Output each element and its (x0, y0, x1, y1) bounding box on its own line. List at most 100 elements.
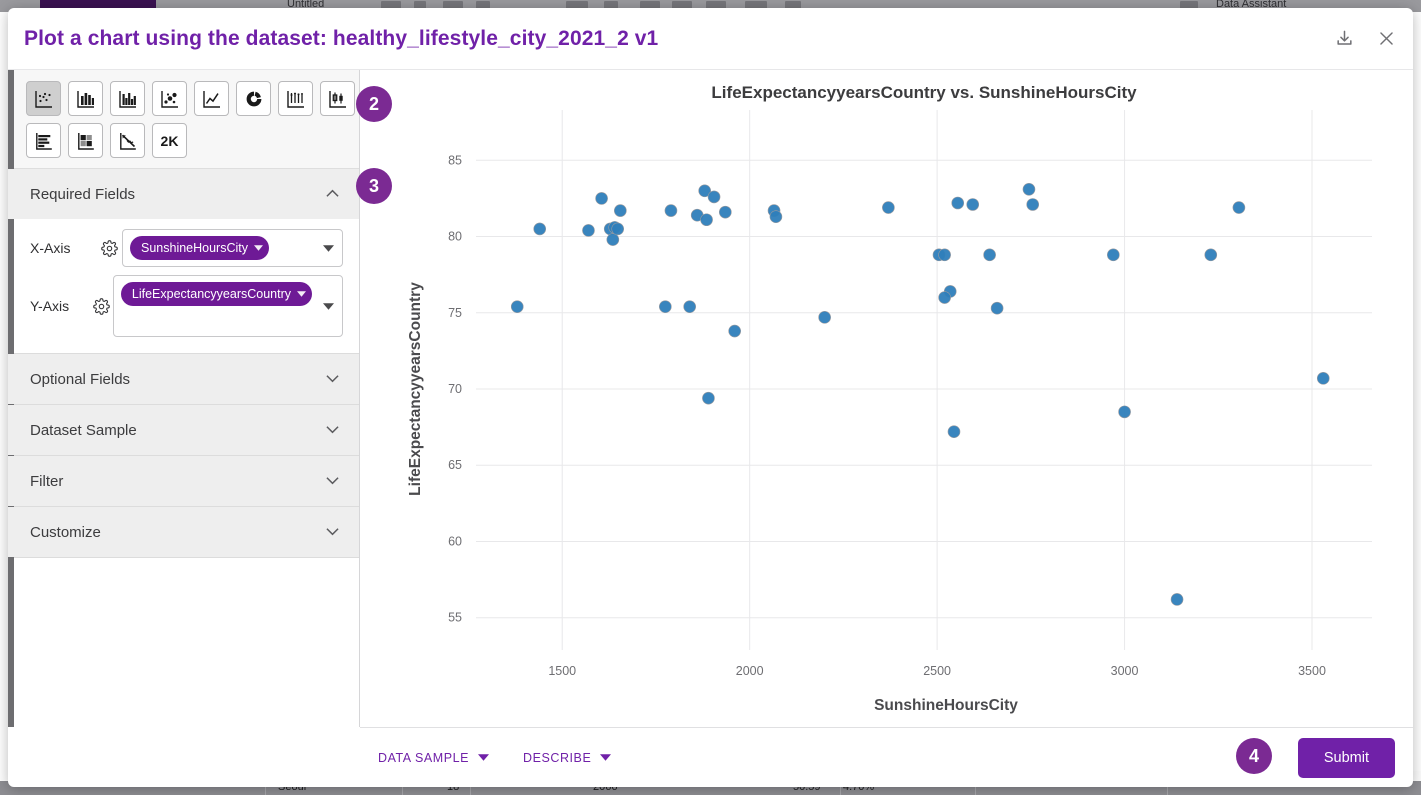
scatter-point (700, 213, 713, 227)
scatter-point (606, 233, 620, 246)
x-axis-chip-label: SunshineHoursCity (141, 241, 248, 255)
y-axis-chip-label: LifeExpectancyyearsCountry (131, 287, 291, 301)
section-label-optional-fields: Optional Fields (30, 370, 131, 388)
scatter-point (595, 192, 608, 205)
section-customize: Customize (8, 507, 359, 558)
y-axis-chip[interactable]: LifeExpectancyyearsCountry (120, 282, 312, 306)
section-header-optional-fields[interactable]: Optional Fields (8, 354, 359, 404)
close-icon[interactable] (1373, 26, 1399, 52)
chart-type-bubble-chart[interactable] (152, 81, 187, 116)
section-label-dataset-sample: Dataset Sample (30, 421, 137, 439)
y-axis-tick-label: 85 (448, 153, 462, 167)
y-axis-tick-label: 80 (448, 230, 462, 244)
x-axis-label: SunshineHoursCity (874, 697, 1018, 714)
scatter-point (614, 204, 627, 217)
chevron-down-icon[interactable] (297, 291, 306, 297)
describe-menu[interactable]: DESCRIBE (523, 751, 612, 765)
section-header-filter[interactable]: Filter (8, 456, 359, 506)
section-body-required-fields: X-Axis SunshineHoursCity Y-Axis LifeExpe… (8, 219, 359, 353)
dialog-header-actions (1331, 26, 1399, 52)
scatter-point (728, 324, 741, 338)
field-x-axis: X-Axis SunshineHoursCity (30, 229, 343, 267)
section-header-customize[interactable]: Customize (8, 507, 359, 557)
scatter-point (1026, 198, 1040, 211)
chevron-down-icon (326, 421, 339, 439)
chevron-down-icon[interactable] (254, 245, 263, 251)
scatter-point (702, 391, 715, 405)
scatter-point (659, 300, 672, 313)
chevron-down-icon[interactable] (323, 239, 334, 257)
scatter-point (966, 198, 980, 211)
section-header-dataset-sample[interactable]: Dataset Sample (8, 405, 359, 455)
x-axis-select[interactable]: SunshineHoursCity (122, 229, 343, 267)
chart-type-scatter-plot[interactable] (26, 81, 61, 116)
chart-type-decline-chart[interactable] (110, 123, 145, 158)
scatter-point (683, 300, 696, 313)
scatter-point (951, 196, 965, 210)
chart-type-bar-chart[interactable] (68, 81, 103, 116)
chart-type-box-plot[interactable] (320, 81, 355, 116)
data-sample-menu[interactable]: DATA SAMPLE (378, 751, 490, 765)
scatter-point (510, 300, 524, 313)
footer-actions: Submit (1297, 737, 1395, 778)
chart-type-big-number[interactable]: 2K (152, 123, 187, 158)
scatter-point (947, 425, 961, 438)
section-label-filter: Filter (30, 472, 64, 490)
chevron-down-icon[interactable] (600, 754, 612, 761)
y-axis-label: LifeExpectancyyearsCountry (407, 282, 424, 496)
step-badge-2: 2 (356, 86, 392, 122)
x-axis-tick-label: 2500 (923, 664, 951, 678)
x-axis-tick-label: 3000 (1111, 664, 1139, 678)
scatter-point (1316, 372, 1330, 385)
chart-type-picker: 2K (8, 70, 359, 169)
gear-icon[interactable] (96, 239, 122, 257)
y-axis-tick-label: 70 (448, 382, 462, 396)
download-icon[interactable] (1331, 26, 1357, 52)
chart-type-distribution-plot[interactable] (278, 81, 313, 116)
plot-chart-dialog: Plot a chart using the dataset: healthy_… (8, 8, 1413, 787)
scatter-point (533, 222, 547, 236)
section-label-customize: Customize (30, 523, 101, 541)
chevron-down-icon[interactable] (323, 297, 334, 315)
x-axis-chip[interactable]: SunshineHoursCity (130, 236, 269, 260)
section-header-required-fields[interactable]: Required Fields (8, 169, 359, 219)
chart-type-histogram[interactable] (110, 81, 145, 116)
chart-type-row-1 (26, 81, 359, 116)
scatter-point (1107, 248, 1120, 262)
section-required-fields: Required Fields X-Axis SunshineHoursCity… (8, 169, 359, 354)
x-axis-tick-label: 3500 (1298, 664, 1326, 678)
scatter-point (938, 248, 951, 262)
chart-type-treemap-chart[interactable] (68, 123, 103, 158)
scatter-point (1232, 201, 1246, 214)
dialog-header: Plot a chart using the dataset: healthy_… (8, 8, 1413, 70)
section-filter: Filter (8, 456, 359, 507)
scatter-point (707, 190, 721, 204)
gear-icon[interactable] (89, 297, 112, 315)
scatter-point (769, 210, 783, 224)
field-y-axis: Y-Axis LifeExpectancyyearsCountry (30, 275, 343, 337)
chart-type-line-chart[interactable] (194, 81, 229, 116)
y-axis-tick-label: 60 (448, 534, 462, 548)
field-label-x-axis: X-Axis (30, 240, 71, 256)
chevron-down-icon (326, 523, 339, 541)
step-badge-4: 4 (1236, 738, 1272, 774)
page-title: Plot a chart using the dataset: healthy_… (24, 26, 659, 50)
y-axis-tick-label: 75 (448, 306, 462, 320)
chevron-down-icon (326, 370, 339, 388)
chart-preview: LifeExpectancyyearsCountry vs. SunshineH… (360, 70, 1413, 727)
chart-type-donut-chart[interactable] (236, 81, 271, 116)
scatter-point (1118, 405, 1131, 419)
dialog-body: 2K Required Fields X-Axis SunshineHoursC… (8, 70, 1413, 727)
chevron-down-icon[interactable] (478, 754, 490, 761)
submit-button[interactable]: Submit (1297, 737, 1395, 778)
y-axis-select[interactable]: LifeExpectancyyearsCountry (112, 275, 343, 337)
scatter-point (1022, 182, 1036, 196)
scatter-point (1170, 593, 1184, 606)
section-dataset-sample: Dataset Sample (8, 405, 359, 456)
scatter-plot-svg: LifeExpectancyyearsCountry vs. SunshineH… (407, 83, 1372, 714)
scatter-point (990, 301, 1004, 315)
chart-type-horizontal-bar-chart[interactable] (26, 123, 61, 158)
scatter-point (1204, 248, 1218, 262)
chart-title: LifeExpectancyyearsCountry vs. SunshineH… (711, 83, 1137, 102)
section-optional-fields: Optional Fields (8, 354, 359, 405)
